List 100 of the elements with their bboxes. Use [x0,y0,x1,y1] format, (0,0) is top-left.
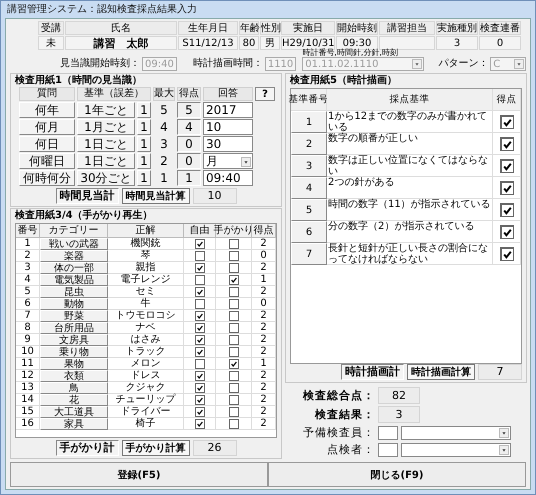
table-cell: 鳥 [40,382,108,394]
total-value: 7 [478,364,522,380]
table-cell: ドライバー [108,406,184,418]
table-cell: 1日ごと [77,153,135,169]
table-cell: 長針と短針が正しい長さの割合になってなければならない [327,243,493,265]
checkbox[interactable] [228,298,238,308]
answer-field[interactable]: 30 [203,136,253,152]
table-cell: 数字の順番が正しい [327,133,493,155]
table-cell-text: 1 [159,170,169,186]
table-cell: 30分ごと [77,170,135,186]
table-cell: 電気製品 [40,274,108,286]
table-cell: チューリップ [108,394,184,406]
table-cell: 0 [177,153,201,169]
checkbox[interactable] [500,246,514,260]
checkbox[interactable] [228,274,238,284]
table-cell: 1日ごと [77,136,135,152]
table-cell: 家具 [40,418,108,430]
table-cell-text: 3 [159,136,169,152]
dropdown[interactable] [401,426,511,440]
checkbox[interactable] [194,370,204,380]
table-cell: トラック [108,346,184,358]
checkbox[interactable] [228,262,238,272]
checkbox[interactable] [194,322,204,332]
total-label: 手がかり計 [56,440,118,456]
checkbox[interactable] [500,136,514,150]
total-value: 26 [192,440,236,456]
table-cell: 2 [252,334,276,346]
checkbox[interactable] [228,394,238,404]
table-cell-text: 2 [159,153,169,169]
checkbox[interactable] [500,180,514,194]
checkbox[interactable] [194,286,204,296]
checkbox[interactable] [228,382,238,392]
input-field[interactable] [378,426,398,440]
checkbox[interactable] [194,238,204,248]
table-cell [379,36,435,50]
checkbox[interactable] [194,382,204,392]
question-label: 何月 [19,119,75,135]
calculate-button[interactable]: 時計描画計算 [407,364,475,380]
checkbox[interactable] [194,334,204,344]
table-cell: 講習 太郎 [65,36,177,50]
checkbox[interactable] [194,358,204,368]
checkbox[interactable] [228,370,238,380]
question-label: 何日 [19,136,75,152]
answer-field[interactable]: 09:40 [203,170,253,186]
checkbox[interactable] [228,322,238,332]
checkbox[interactable] [194,262,204,272]
checkbox[interactable] [228,310,238,320]
dropdown[interactable] [401,442,511,456]
checkbox[interactable] [500,224,514,238]
checkbox[interactable] [500,202,514,216]
checkbox[interactable] [194,418,204,428]
answer-field[interactable]: 10 [203,119,253,135]
table-cell: 1 [137,153,151,169]
checkbox[interactable] [228,406,238,416]
checkbox[interactable] [194,250,204,260]
table-cell: メロン [108,358,184,370]
table-cell: 1 [291,111,327,133]
column-header: 年齢 [239,21,259,35]
checkbox[interactable] [228,418,238,428]
table-cell: 文房具 [40,334,108,346]
table-cell: 0 [252,250,276,262]
checkbox[interactable] [194,274,204,284]
checkbox[interactable] [228,358,238,368]
group-title: 検査用紙3/4（手がかり再生） [15,210,154,222]
column-header: 実施日 [281,21,335,35]
table-cell: 2 [252,394,276,406]
table-cell: 80 [239,36,259,50]
checkbox[interactable] [228,250,238,260]
checkbox[interactable] [194,394,204,404]
group-title: 検査用紙1（時間の見当識） [15,75,143,87]
column-header: カテゴリー [40,224,108,238]
input-field[interactable] [378,442,398,456]
column-header: 基準番号 [291,89,327,111]
field-label: 時計描画時間： [192,57,263,71]
answer-field[interactable]: 2017 [203,102,253,118]
total-label: 時間見当計 [56,188,118,204]
table-cell: 男 [260,36,280,50]
table-cell: 7 [291,243,327,265]
table-cell: 数字は正しい位置になくてはならない [327,155,493,177]
checkbox[interactable] [228,346,238,356]
table-cell: 電子レンジ [108,274,184,286]
table-cell: 2 [291,133,327,155]
checkbox[interactable] [500,114,514,128]
question-label: 何時何分 [19,170,75,186]
calculate-button[interactable]: 手がかり計算 [122,440,190,456]
answer-dropdown[interactable]: 月 [203,153,253,169]
help-button[interactable]: ? [255,87,275,101]
checkbox[interactable] [500,158,514,172]
checkbox[interactable] [194,310,204,320]
checkbox[interactable] [194,298,204,308]
checkbox[interactable] [194,346,204,356]
checkbox[interactable] [194,406,204,416]
action-button[interactable]: 登録(F5) [10,462,268,487]
action-button[interactable]: 閉じる(F9) [268,462,526,487]
checkbox[interactable] [228,334,238,344]
checkbox[interactable] [228,238,238,248]
calculate-button[interactable]: 時間見当計算 [122,188,190,204]
checkbox[interactable] [228,286,238,296]
table-cell: 昆虫 [40,286,108,298]
table-cell: 2 [252,286,276,298]
